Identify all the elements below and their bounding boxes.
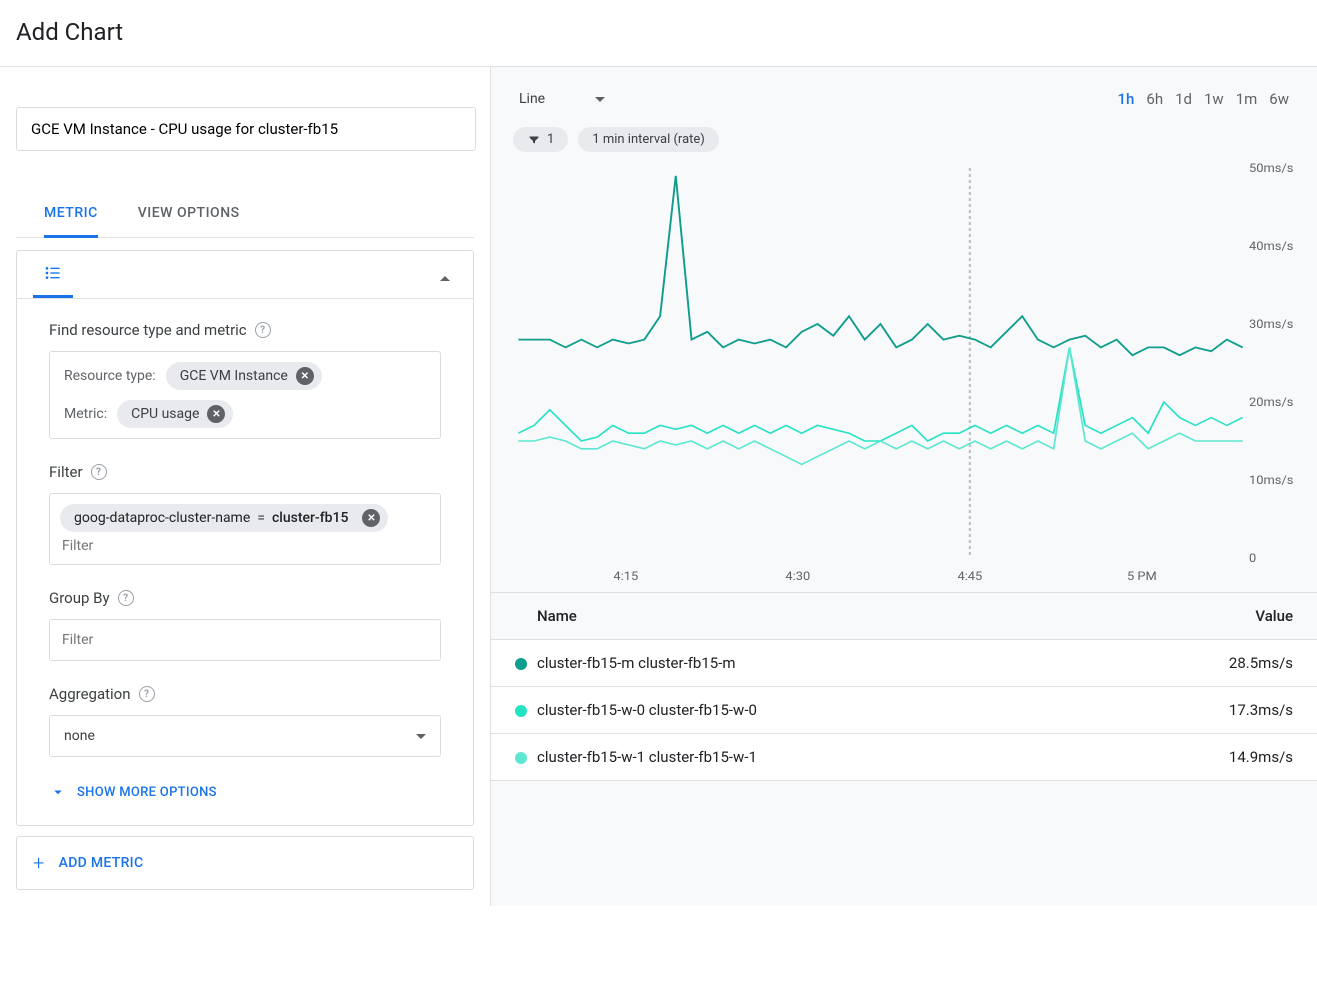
chevron-up-icon[interactable] — [433, 267, 457, 291]
filter-chip[interactable]: goog-dataproc-cluster-name = cluster-fb1… — [60, 504, 388, 532]
tab-view-options[interactable]: VIEW OPTIONS — [138, 191, 240, 237]
interval-pill[interactable]: 1 min interval (rate) — [578, 127, 719, 152]
resource-type-label: Resource type: — [64, 368, 156, 384]
page-title: Add Chart — [0, 0, 1317, 66]
filter-input[interactable] — [60, 532, 430, 554]
svg-text:4:45: 4:45 — [957, 569, 982, 583]
svg-text:20ms/s: 20ms/s — [1249, 395, 1293, 409]
finder-heading: Find resource type and metric ? — [49, 321, 441, 339]
range-1m[interactable]: 1m — [1236, 90, 1258, 108]
range-6h[interactable]: 6h — [1146, 90, 1163, 108]
chart-panel: Line 1h 6h 1d 1w 1m 6w 1 1 min interval (rate… — [490, 67, 1317, 906]
aggregation-select[interactable]: none — [49, 715, 441, 757]
metric-finder: Resource type: GCE VM Instance Metric: C… — [49, 351, 441, 439]
help-icon[interactable]: ? — [255, 322, 271, 338]
groupby-heading: Group By ? — [49, 589, 441, 607]
aggregation-heading: Aggregation ? — [49, 685, 441, 703]
time-range-picker: 1h 6h 1d 1w 1m 6w — [1118, 90, 1289, 108]
filter-heading: Filter ? — [49, 463, 441, 481]
chart-type-select[interactable]: Line — [519, 85, 605, 113]
filter-count-pill[interactable]: 1 — [513, 127, 568, 152]
close-icon[interactable] — [207, 405, 225, 423]
tabs: METRIC VIEW OPTIONS — [16, 191, 474, 238]
resource-type-chip[interactable]: GCE VM Instance — [166, 362, 322, 390]
plus-icon: + — [33, 851, 45, 875]
groupby-input[interactable] — [60, 624, 430, 656]
close-icon[interactable] — [296, 367, 314, 385]
legend-name-col: Name — [491, 593, 1087, 640]
range-1w[interactable]: 1w — [1204, 90, 1224, 108]
svg-text:4:15: 4:15 — [613, 569, 638, 583]
list-icon[interactable] — [33, 259, 73, 298]
metric-card: Find resource type and metric ? Resource… — [16, 250, 474, 826]
left-panel: METRIC VIEW OPTIONS Find resource type a… — [0, 67, 490, 906]
legend-table: Name Value cluster-fb15-m cluster-fb15-m… — [491, 592, 1317, 781]
close-icon[interactable] — [362, 509, 380, 527]
chart-title-input[interactable] — [16, 107, 476, 151]
metric-chip[interactable]: CPU usage — [117, 400, 233, 428]
show-more-options-button[interactable]: SHOW MORE OPTIONS — [49, 783, 441, 801]
tab-metric[interactable]: METRIC — [44, 191, 98, 238]
range-1h[interactable]: 1h — [1118, 90, 1135, 108]
svg-text:0: 0 — [1249, 551, 1256, 565]
svg-text:30ms/s: 30ms/s — [1249, 317, 1293, 331]
add-metric-button[interactable]: + ADD METRIC — [16, 836, 474, 890]
chevron-down-icon — [416, 734, 426, 739]
legend-row[interactable]: cluster-fb15-w-0 cluster-fb15-w-017.3ms/… — [491, 687, 1317, 734]
range-6w[interactable]: 6w — [1269, 90, 1289, 108]
legend-row[interactable]: cluster-fb15-w-1 cluster-fb15-w-114.9ms/… — [491, 734, 1317, 781]
help-icon[interactable]: ? — [139, 686, 155, 702]
svg-text:40ms/s: 40ms/s — [1249, 239, 1293, 253]
help-icon[interactable]: ? — [118, 590, 134, 606]
help-icon[interactable]: ? — [91, 464, 107, 480]
chart-area[interactable]: 50ms/s 40ms/s 30ms/s 20ms/s 10ms/s 0 4:15 4:30 4… — [491, 158, 1317, 592]
svg-text:50ms/s: 50ms/s — [1249, 161, 1293, 175]
range-1d[interactable]: 1d — [1175, 90, 1192, 108]
legend-row[interactable]: cluster-fb15-m cluster-fb15-m28.5ms/s — [491, 640, 1317, 687]
filter-box: goog-dataproc-cluster-name = cluster-fb1… — [49, 493, 441, 565]
svg-text:10ms/s: 10ms/s — [1249, 473, 1293, 487]
chevron-down-icon — [595, 97, 605, 102]
svg-text:5 PM: 5 PM — [1127, 569, 1157, 583]
svg-text:4:30: 4:30 — [785, 569, 810, 583]
metric-label: Metric: — [64, 406, 107, 422]
legend-value-col: Value — [1087, 593, 1317, 640]
